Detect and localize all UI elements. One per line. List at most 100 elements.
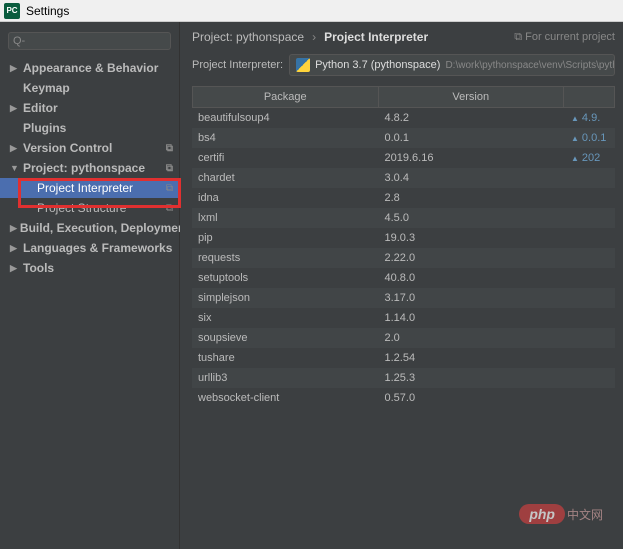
project-scope-icon: ⧉ — [166, 203, 173, 214]
cell-version: 19.0.3 — [379, 230, 566, 246]
sidebar-item-label: Project Interpreter — [37, 181, 162, 195]
table-header: Package Version — [192, 86, 615, 108]
sidebar-item-project-structure[interactable]: Project Structure ⧉ — [0, 198, 179, 218]
cell-latest — [565, 270, 615, 286]
breadcrumb-page: Project Interpreter — [324, 30, 428, 44]
table-row[interactable]: beautifulsoup44.8.2▲4.9. — [192, 108, 615, 128]
sidebar-item-project-interpreter[interactable]: Project Interpreter ⧉ — [0, 178, 179, 198]
cell-version: 4.5.0 — [379, 210, 566, 226]
packages-table: Package Version beautifulsoup44.8.2▲4.9.… — [192, 86, 615, 408]
cell-package: pip — [192, 230, 379, 246]
table-row[interactable]: urllib31.25.3 — [192, 368, 615, 388]
cell-package: certifi — [192, 150, 379, 166]
cell-package: six — [192, 310, 379, 326]
cell-latest — [565, 390, 615, 406]
sidebar-item-label: Build, Execution, Deployment — [20, 221, 189, 235]
watermark-logo: php — [519, 504, 565, 524]
cell-version: 0.57.0 — [379, 390, 566, 406]
cell-latest — [565, 310, 615, 326]
interpreter-name: Python 3.7 (pythonspace) — [315, 59, 440, 71]
cell-version: 40.8.0 — [379, 270, 566, 286]
table-row[interactable]: bs40.0.1▲0.0.1 — [192, 128, 615, 148]
cell-package: bs4 — [192, 130, 379, 146]
table-row[interactable]: simplejson3.17.0 — [192, 288, 615, 308]
table-row[interactable]: idna2.8 — [192, 188, 615, 208]
cell-package: simplejson — [192, 290, 379, 306]
watermark-cn: 中文网 — [567, 506, 603, 523]
cell-version: 1.25.3 — [379, 370, 566, 386]
col-version[interactable]: Version — [379, 87, 565, 107]
table-row[interactable]: certifi2019.6.16▲202 — [192, 148, 615, 168]
search-placeholder: Q- — [13, 35, 25, 47]
expand-arrow-icon: ▶ — [10, 243, 20, 254]
table-row[interactable]: pip19.0.3 — [192, 228, 615, 248]
cell-version: 2.8 — [379, 190, 566, 206]
settings-sidebar: Q- ▶Appearance & Behavior Keymap ▶Editor Pl… — [0, 22, 180, 549]
sidebar-item-version-control[interactable]: ▶Version Control⧉ — [0, 138, 179, 158]
table-row[interactable]: websocket-client0.57.0 — [192, 388, 615, 408]
cell-latest: ▲202 — [565, 150, 615, 166]
window-title: Settings — [26, 4, 69, 18]
table-row[interactable]: setuptools40.8.0 — [192, 268, 615, 288]
scope-hint: ⧉ For current project — [514, 31, 615, 44]
cell-latest — [565, 290, 615, 306]
cell-version: 0.0.1 — [379, 130, 566, 146]
cell-latest — [565, 230, 615, 246]
scope-icon: ⧉ — [514, 31, 522, 44]
python-icon — [296, 58, 310, 72]
sidebar-item-label: Keymap — [23, 81, 173, 95]
project-scope-icon: ⧉ — [166, 163, 173, 174]
expand-arrow-icon: ▶ — [10, 263, 20, 274]
sidebar-item-keymap[interactable]: Keymap — [0, 78, 179, 98]
table-row[interactable]: tushare1.2.54 — [192, 348, 615, 368]
sidebar-item-build-execution-deployment[interactable]: ▶Build, Execution, Deployment — [0, 218, 179, 238]
interpreter-row: Project Interpreter: Python 3.7 (pythons… — [192, 54, 615, 76]
breadcrumb: Project: pythonspace › Project Interpret… — [192, 30, 615, 44]
sidebar-item-editor[interactable]: ▶Editor — [0, 98, 179, 118]
cell-latest — [565, 350, 615, 366]
cell-latest — [565, 170, 615, 186]
sidebar-item-label: Tools — [23, 261, 173, 275]
table-row[interactable]: requests2.22.0 — [192, 248, 615, 268]
sidebar-item-label: Project Structure — [37, 201, 162, 215]
expand-arrow-icon: ▶ — [10, 143, 20, 154]
sidebar-item-plugins[interactable]: Plugins — [0, 118, 179, 138]
cell-latest — [565, 250, 615, 266]
cell-package: soupsieve — [192, 330, 379, 346]
sidebar-item-label: Languages & Frameworks — [23, 241, 173, 255]
cell-version: 3.17.0 — [379, 290, 566, 306]
settings-tree: ▶Appearance & Behavior Keymap ▶Editor Plugi… — [0, 58, 179, 278]
table-row[interactable]: soupsieve2.0 — [192, 328, 615, 348]
content-pane: Project: pythonspace › Project Interpret… — [180, 22, 623, 549]
breadcrumb-separator: › — [312, 30, 316, 44]
sidebar-item-appearance-behavior[interactable]: ▶Appearance & Behavior — [0, 58, 179, 78]
sidebar-item-project-pythonspace[interactable]: ▼Project: pythonspace ⧉ — [0, 158, 179, 178]
cell-latest: ▲4.9. — [565, 110, 615, 126]
cell-version: 3.0.4 — [379, 170, 566, 186]
cell-version: 4.8.2 — [379, 110, 566, 126]
table-row[interactable]: chardet3.0.4 — [192, 168, 615, 188]
cell-version: 2.0 — [379, 330, 566, 346]
expand-arrow-icon: ▼ — [10, 163, 20, 173]
col-latest[interactable] — [564, 87, 614, 107]
table-row[interactable]: six1.14.0 — [192, 308, 615, 328]
col-package[interactable]: Package — [193, 87, 379, 107]
project-scope-icon: ⧉ — [166, 183, 173, 194]
sidebar-item-tools[interactable]: ▶Tools — [0, 258, 179, 278]
cell-package: lxml — [192, 210, 379, 226]
sidebar-item-label: Plugins — [23, 121, 173, 135]
breadcrumb-project[interactable]: Project: pythonspace — [192, 30, 304, 44]
sidebar-item-label: Project: pythonspace — [23, 161, 162, 175]
cell-package: beautifulsoup4 — [192, 110, 379, 126]
cell-latest — [565, 210, 615, 226]
sidebar-item-languages-frameworks[interactable]: ▶Languages & Frameworks — [0, 238, 179, 258]
upgrade-arrow-icon: ▲ — [571, 134, 579, 143]
title-bar: PC Settings — [0, 0, 623, 22]
cell-package: idna — [192, 190, 379, 206]
table-row[interactable]: lxml4.5.0 — [192, 208, 615, 228]
upgrade-arrow-icon: ▲ — [571, 114, 579, 123]
project-scope-icon: ⧉ — [166, 143, 173, 154]
search-input[interactable]: Q- — [8, 32, 171, 50]
table-body: beautifulsoup44.8.2▲4.9.bs40.0.1▲0.0.1ce… — [192, 108, 615, 408]
interpreter-dropdown[interactable]: Python 3.7 (pythonspace) D:\work\pythons… — [289, 54, 615, 76]
